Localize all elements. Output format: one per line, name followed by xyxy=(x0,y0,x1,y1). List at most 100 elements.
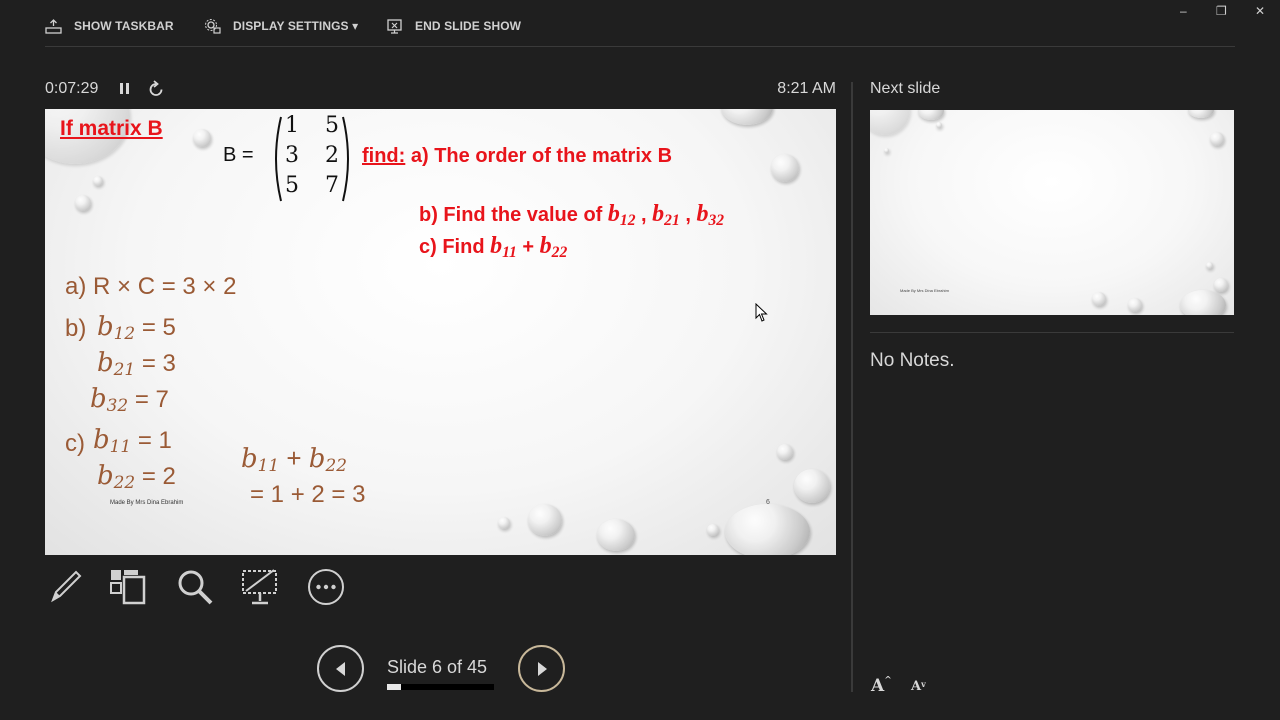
question-a-text: a) The order of the matrix B xyxy=(405,145,673,167)
sum-result: = 1 + 2 = 3 xyxy=(250,481,366,508)
panel-divider[interactable] xyxy=(851,82,853,692)
water-drop xyxy=(725,504,810,555)
water-drop xyxy=(93,176,103,186)
see-all-slides-button[interactable] xyxy=(108,567,148,607)
water-drop xyxy=(498,517,510,529)
display-settings-label: DISPLAY SETTINGS ▾ xyxy=(233,19,359,33)
next-slide-preview[interactable]: Made By Mrs Dina Ebrahim xyxy=(870,110,1234,315)
next-slide-button[interactable] xyxy=(518,645,565,692)
end-slide-show-button[interactable]: END SLIDE SHOW xyxy=(386,16,521,36)
slide-title: If matrix B xyxy=(60,117,163,140)
b22-value: = 2 xyxy=(141,463,176,490)
slide-counter[interactable]: Slide 6 of 45 xyxy=(387,657,487,678)
elapsed-timer: 0:07:29 xyxy=(45,80,99,97)
answer-a: a) R × C = 3 × 2 xyxy=(65,273,237,300)
matrix-cell: 2 xyxy=(325,143,339,168)
water-drop xyxy=(1210,132,1224,146)
matrix-bracket-left xyxy=(275,116,282,202)
answer-c-prefix: c) xyxy=(65,430,85,457)
black-screen-icon xyxy=(242,569,277,605)
find-label: find: xyxy=(362,145,406,167)
ellipsis-icon xyxy=(308,569,344,605)
speaker-notes: No Notes. xyxy=(870,350,955,371)
current-time: 8:21 AM xyxy=(777,80,836,97)
answer-b12: b12 = 5 xyxy=(97,312,176,344)
matrix-cell: 7 xyxy=(325,173,339,198)
answer-b32: b32 = 7 xyxy=(90,384,169,416)
next-slide-credit: Made By Mrs Dina Ebrahim xyxy=(900,288,949,293)
answer-b21: b21 = 3 xyxy=(97,348,176,380)
end-show-icon xyxy=(387,18,402,34)
water-drop xyxy=(597,519,635,551)
pen-icon xyxy=(51,570,82,603)
presenter-toolbar: SHOW TASKBAR DISPLAY SETTINGS ▾ END SLID… xyxy=(0,0,1280,48)
water-drop xyxy=(1128,298,1142,312)
display-settings-button[interactable]: DISPLAY SETTINGS ▾ xyxy=(204,16,358,36)
notes-divider xyxy=(870,332,1234,333)
matrix-cell: 5 xyxy=(285,173,299,198)
b32-value: = 7 xyxy=(134,386,169,413)
black-screen-button[interactable] xyxy=(240,567,280,607)
water-drop xyxy=(1206,262,1213,269)
matrix-cell: 5 xyxy=(325,113,339,138)
slide-progress-fill xyxy=(387,684,402,690)
magnifier-icon xyxy=(178,570,213,605)
show-taskbar-button[interactable]: SHOW TASKBAR xyxy=(45,16,174,36)
slide-progress-bar xyxy=(387,684,494,690)
next-arrow-icon xyxy=(537,661,547,676)
b11-value: = 1 xyxy=(137,427,172,454)
pause-timer-icon[interactable] xyxy=(118,81,132,97)
restart-timer-icon[interactable] xyxy=(148,80,164,98)
water-drop xyxy=(771,154,799,182)
show-taskbar-label: SHOW TASKBAR xyxy=(74,19,174,33)
matrix-label: B = xyxy=(223,144,254,166)
water-drop xyxy=(1180,290,1226,315)
question-c: c) Find b11 + b22 xyxy=(419,233,568,261)
matrix-cell: 3 xyxy=(285,143,299,168)
water-drop xyxy=(528,504,562,536)
water-drop xyxy=(936,122,942,128)
increase-font-button[interactable]: A^ xyxy=(871,676,892,696)
water-drop xyxy=(1092,292,1106,306)
b21-value: = 3 xyxy=(141,350,176,377)
slide-page-number: 6 xyxy=(766,499,770,506)
matrix-bracket-right xyxy=(342,116,349,202)
b12-value: = 5 xyxy=(141,314,176,341)
water-drop xyxy=(870,110,910,135)
water-drop xyxy=(721,109,773,125)
current-slide[interactable]: If matrix B B = 1 5 3 2 5 7 find: a) The… xyxy=(45,109,836,555)
water-drop xyxy=(794,469,830,503)
close-button[interactable]: ✕ xyxy=(1255,4,1265,18)
next-slide-label: Next slide xyxy=(870,80,941,97)
more-options-button[interactable] xyxy=(306,567,346,607)
question-b: b) Find the value of b12 , b21 , b32 xyxy=(419,201,725,229)
previous-arrow-icon xyxy=(335,661,345,676)
sum-expression: b11 + b22 xyxy=(241,443,347,476)
water-drop xyxy=(707,524,719,536)
restore-button[interactable]: ❐ xyxy=(1216,4,1227,18)
mouse-cursor-icon xyxy=(755,303,768,322)
display-settings-icon xyxy=(205,18,221,34)
question-b-text: b) Find the value of xyxy=(419,204,603,226)
question-c-text: c) Find xyxy=(419,236,485,258)
pen-tool-button[interactable] xyxy=(45,567,85,607)
water-drop xyxy=(884,148,889,153)
minimize-button[interactable]: – xyxy=(1180,4,1187,18)
zoom-button[interactable] xyxy=(175,567,215,607)
answer-b11: b11 = 1 xyxy=(93,425,172,457)
slide-credit: Made By Mrs Dina Ebrahim xyxy=(110,500,184,506)
slides-grid-icon xyxy=(110,570,146,605)
water-drop xyxy=(75,195,91,211)
answer-b-prefix: b) xyxy=(65,315,87,342)
matrix-cell: 1 xyxy=(285,113,299,138)
water-drop xyxy=(918,110,944,120)
toolbar-divider xyxy=(45,46,1235,47)
end-slide-show-label: END SLIDE SHOW xyxy=(415,19,522,33)
taskbar-icon xyxy=(45,18,62,34)
water-drop xyxy=(193,129,211,147)
water-drop xyxy=(1214,278,1228,292)
answer-b22: b22 = 2 xyxy=(97,461,176,493)
decrease-font-button[interactable]: Av xyxy=(911,679,926,694)
question-a: find: a) The order of the matrix B xyxy=(362,145,672,168)
previous-slide-button[interactable] xyxy=(317,645,364,692)
